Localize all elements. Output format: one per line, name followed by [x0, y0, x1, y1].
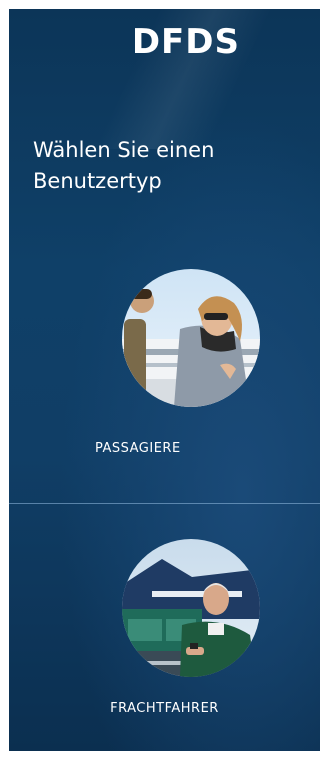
freight-driver-photo [122, 539, 260, 677]
passenger-label: PASSAGIERE [95, 441, 181, 456]
dfds-logo: DFDS [131, 22, 240, 62]
passenger-photo [122, 269, 260, 407]
freight-driver-label: FRACHTFAHRER [110, 701, 219, 716]
section-divider [9, 503, 320, 504]
user-type-screen: DFDS Wählen Sie einen Benutzertyp PASSAG… [9, 9, 320, 751]
passenger-option[interactable]: PASSAGIERE [9, 267, 320, 503]
page-title: Wählen Sie einen Benutzertyp [33, 138, 215, 194]
freight-driver-option[interactable]: FRACHTFAHRER [9, 537, 320, 737]
